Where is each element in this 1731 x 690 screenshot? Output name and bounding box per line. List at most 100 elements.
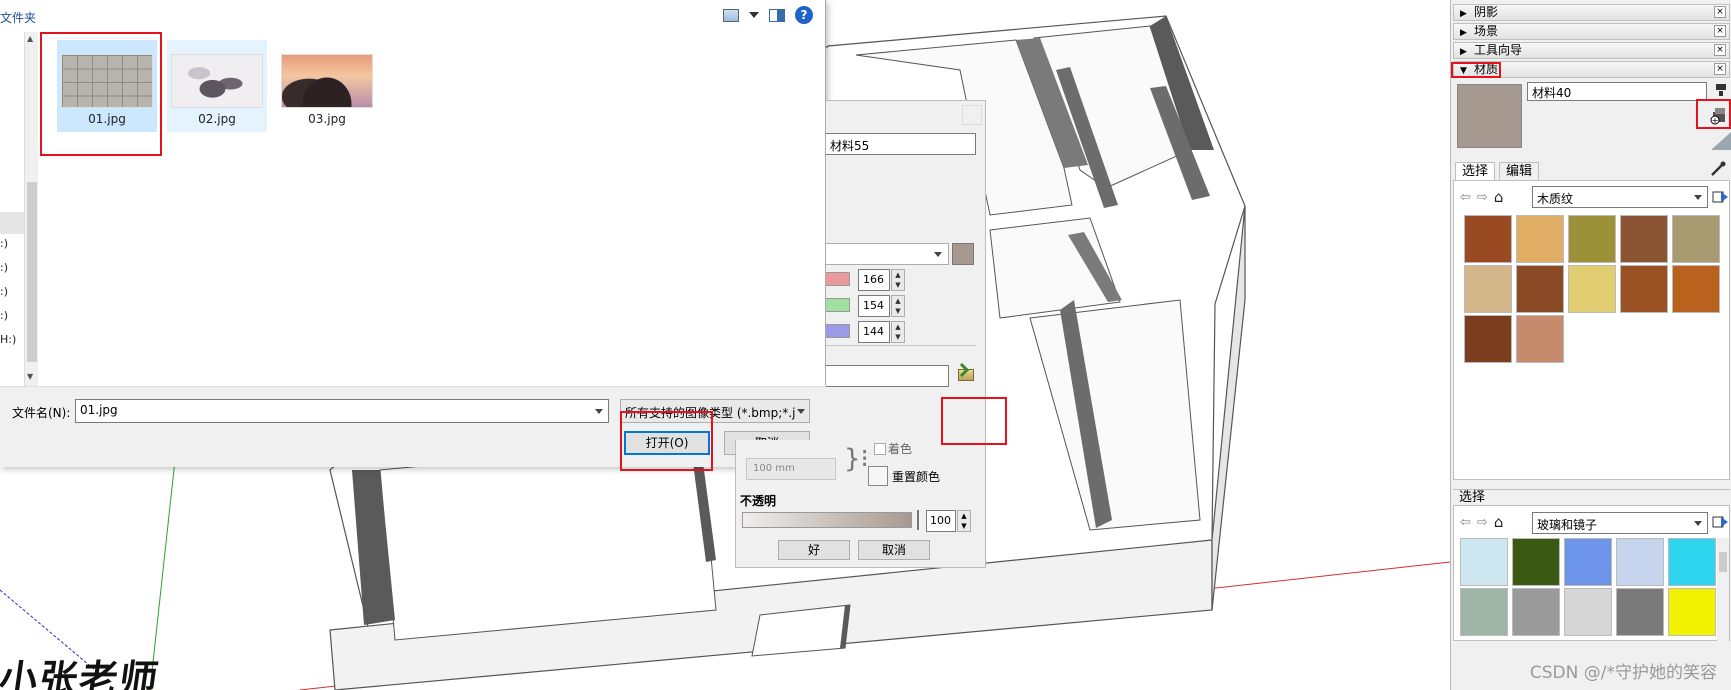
nav-scrollbar[interactable]: ▲ ▼ [24,32,38,386]
scroll-thumb[interactable] [1719,552,1727,572]
tab-edit[interactable]: 编辑 [1499,162,1540,180]
green-value-input[interactable]: 154 [858,295,890,317]
close-icon[interactable] [962,105,982,125]
drive-item[interactable]: :) [0,261,8,274]
scroll-down-icon[interactable]: ▼ [27,372,33,381]
filename-dropdown-icon[interactable] [595,409,603,414]
help-icon[interactable]: ? [795,6,813,24]
browse-texture-button[interactable] [954,362,978,387]
wood-swatch-1[interactable] [1464,215,1512,263]
glass-swatch-6[interactable] [1460,588,1508,636]
opacity-value-input[interactable]: 100 [926,510,956,532]
glass-swatch-2[interactable] [1512,538,1560,586]
library-select[interactable]: 木质纹 [1532,186,1708,208]
tab-select[interactable]: 选择 [1455,162,1496,180]
forward-arrow-icon[interactable]: ⇨ [1477,515,1488,530]
secondary-pane-title: 选择 [1453,489,1730,505]
close-icon[interactable]: × [1714,25,1726,37]
texture-path-input[interactable] [826,365,949,387]
file-item-03[interactable]: 03.jpg [277,40,377,132]
change-view-icon[interactable] [723,8,739,22]
red-value-input[interactable]: 166 [858,269,890,291]
glass-swatch-9[interactable] [1616,588,1664,636]
ok-button[interactable]: 好 [778,540,850,560]
display-secondary-pane-icon[interactable] [1713,82,1729,98]
blue-slider[interactable] [826,324,850,338]
current-material-preview[interactable] [1457,84,1522,148]
wood-swatch-5[interactable] [1672,215,1720,263]
wood-swatch-4[interactable] [1620,215,1668,263]
wood-swatch-10[interactable] [1672,265,1720,313]
texture-size-input[interactable]: 100 mm [746,458,836,480]
close-icon[interactable]: × [1714,63,1726,75]
wood-swatch-3[interactable] [1568,215,1616,263]
panel-header-materials[interactable]: ▼ 材质 × [1453,61,1730,78]
scroll-up-icon[interactable]: ▲ [27,34,33,43]
back-arrow-icon[interactable]: ⇦ [1460,515,1471,530]
file-item-01[interactable]: 01.jpg [57,40,157,132]
current-material-name[interactable]: 材料40 [1527,82,1707,101]
drive-item[interactable]: :) [0,237,8,250]
collapse-icon: ▼ [1460,66,1467,76]
colorize-checkbox[interactable]: 着色 [874,440,912,457]
drive-item[interactable]: :) [0,285,8,298]
opacity-slider[interactable] [742,512,912,528]
glass-swatch-10[interactable] [1668,588,1716,636]
wood-swatch-12[interactable] [1516,315,1564,363]
glass-swatch-1[interactable] [1460,538,1508,586]
wood-swatch-2[interactable] [1516,215,1564,263]
swatch-scrollbar[interactable] [1717,538,1729,642]
close-icon[interactable]: × [1714,44,1726,56]
filetype-select[interactable]: 所有支持的图像类型 (*.bmp;*.j [620,399,810,423]
file-thumbnail [171,54,263,108]
panel-header-instructor[interactable]: ▶ 工具向导 × [1453,42,1730,59]
breadcrumb[interactable]: 文件夹 [0,9,36,26]
forward-arrow-icon[interactable]: ⇨ [1477,190,1488,205]
glass-swatch-3[interactable] [1564,538,1612,586]
drive-item[interactable]: :) [0,309,8,322]
secondary-library-select[interactable]: 玻璃和镜子 [1532,512,1708,534]
back-arrow-icon[interactable]: ⇦ [1460,190,1471,205]
wood-swatch-8[interactable] [1568,265,1616,313]
home-icon[interactable]: ⌂ [1494,513,1504,531]
preview-pane-icon[interactable] [769,8,785,22]
red-spinner[interactable]: ▲ ▼ [891,269,905,291]
view-options-chevron-icon[interactable] [749,12,759,18]
panel-header-shadows[interactable]: ▶ 阴影 × [1453,4,1730,21]
wood-swatch-9[interactable] [1620,265,1668,313]
glass-swatch-4[interactable] [1616,538,1664,586]
panel-header-scenes[interactable]: ▶ 场景 × [1453,23,1730,40]
red-slider[interactable] [826,272,850,286]
opacity-slider-thumb[interactable] [917,510,919,530]
reset-color-button[interactable] [868,466,888,486]
material-name-input[interactable]: 材料55 [826,133,976,155]
wood-swatch-6[interactable] [1464,265,1512,313]
scroll-thumb[interactable] [27,182,37,362]
home-icon[interactable]: ⌂ [1494,188,1504,206]
blue-value-input[interactable]: 144 [858,321,890,343]
file-name: 01.jpg [88,112,126,126]
link-chain-icon[interactable]: }⁝ [844,444,869,474]
green-slider[interactable] [826,298,850,312]
wood-swatch-11[interactable] [1464,315,1512,363]
glass-swatch-5[interactable] [1668,538,1716,586]
glass-swatch-8[interactable] [1564,588,1612,636]
green-spinner[interactable]: ▲ ▼ [891,295,905,317]
color-picker-select[interactable] [826,243,949,265]
opacity-spinner[interactable]: ▲ ▼ [957,510,971,532]
sample-paint-triangle-icon[interactable] [1711,132,1731,150]
create-material-icon[interactable]: + [1709,106,1729,126]
file-item-02[interactable]: 02.jpg [167,40,267,132]
details-arrow-icon[interactable] [1712,189,1728,205]
material-cancel-button[interactable]: 取消 [858,540,930,560]
details-arrow-icon[interactable] [1712,514,1728,530]
blue-spinner[interactable]: ▲ ▼ [891,321,905,343]
eyedropper-icon[interactable] [1709,160,1727,178]
open-button[interactable]: 打开(O) [624,431,710,455]
wood-swatch-7[interactable] [1516,265,1564,313]
drive-item[interactable]: H:) [0,333,16,346]
glass-swatch-7[interactable] [1512,588,1560,636]
close-icon[interactable]: × [1714,6,1726,18]
filename-input[interactable]: 01.jpg [75,399,609,423]
nav-selected-item[interactable] [0,212,24,234]
